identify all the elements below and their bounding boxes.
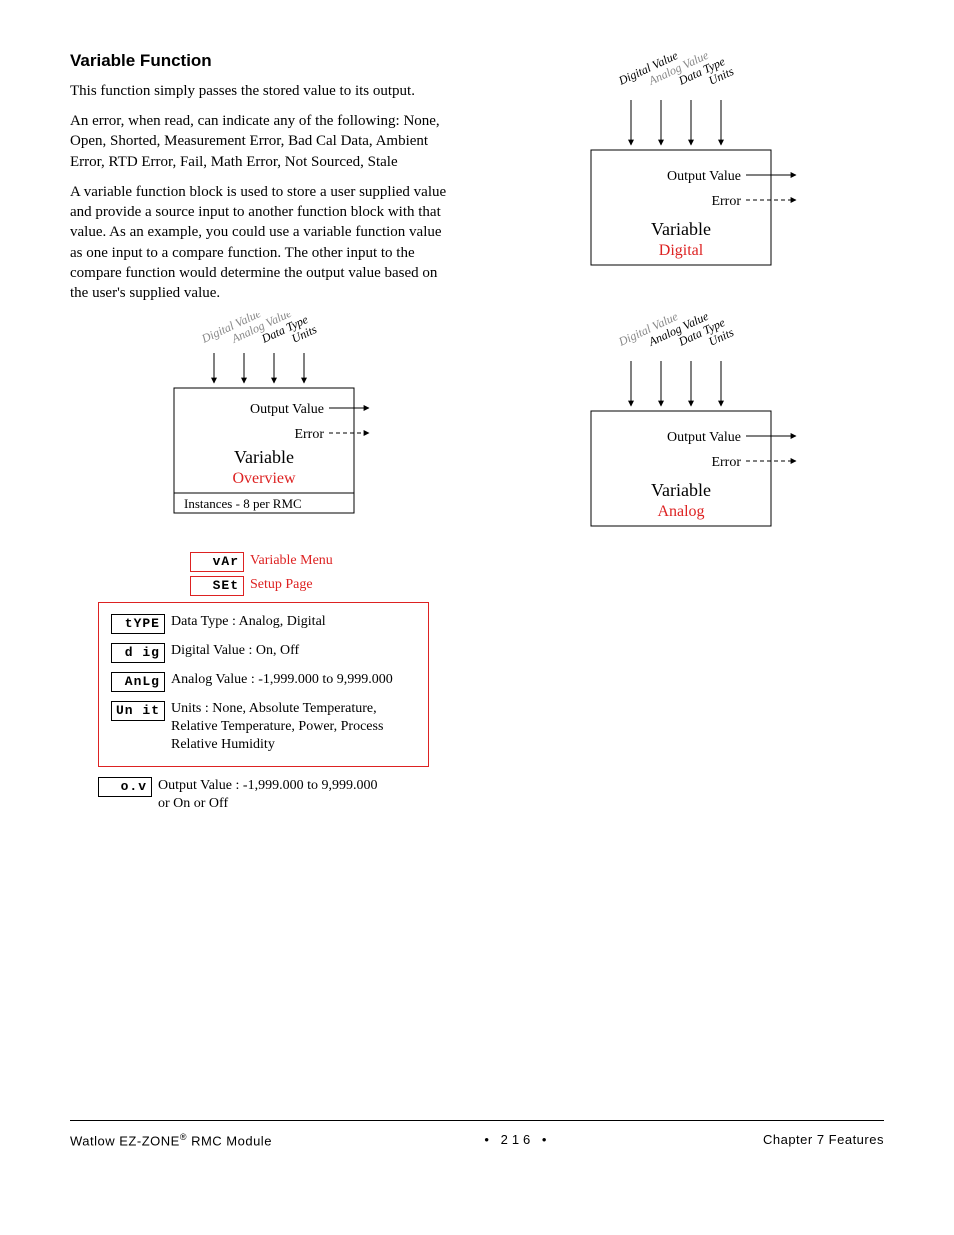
output-row: o.v Output Value : -1,999.000 to 9,999.0… xyxy=(98,777,429,813)
footer-left: Watlow EZ-ZONE® RMC Module xyxy=(70,1131,272,1150)
param-dig-text: Digital Value : On, Off xyxy=(171,642,299,660)
paragraph-3: A variable function block is used to sto… xyxy=(70,182,457,304)
block-subtitle: Overview xyxy=(232,470,296,487)
seg-box-set: SEt xyxy=(190,576,244,596)
seg-box-type: tYPE xyxy=(111,614,165,634)
paragraph-1: This function simply passes the stored v… xyxy=(70,81,457,101)
menu-set-label: Setup Page xyxy=(250,576,313,595)
output-value-label: Output Value xyxy=(249,402,323,417)
diagram-overview: Digital Value Analog Value Data Type Uni… xyxy=(70,313,457,539)
diagram-analog: Digital Value Analog Value Data Type Uni… xyxy=(497,311,884,547)
instances-label: Instances - 8 per RMC xyxy=(184,496,302,511)
block-subtitle: Analog xyxy=(657,503,704,520)
param-anlg-text: Analog Value : -1,999.000 to 9,999.000 xyxy=(171,671,393,689)
param-unit-text: Units : None, Absolute Temperature, Rela… xyxy=(171,700,416,755)
block-title: Variable xyxy=(651,480,711,500)
block-title: Variable xyxy=(234,447,294,467)
footer-page-number: • 216 • xyxy=(484,1131,550,1150)
error-label: Error xyxy=(711,194,741,209)
error-label: Error xyxy=(711,455,741,470)
seg-box-unit: Un it xyxy=(111,701,165,721)
page-footer: Watlow EZ-ZONE® RMC Module • 216 • Chapt… xyxy=(70,1120,884,1150)
footer-chapter: Chapter 7 Features xyxy=(763,1131,884,1150)
seg-box-output: o.v xyxy=(98,777,152,797)
paragraph-2: An error, when read, can indicate any of… xyxy=(70,111,457,172)
section-title: Variable Function xyxy=(70,50,457,73)
menu-reference: vAr Variable Menu SEt Setup Page xyxy=(70,552,457,596)
menu-var-label: Variable Menu xyxy=(250,552,333,571)
param-type-text: Data Type : Analog, Digital xyxy=(171,613,326,631)
output-value-label: Output Value xyxy=(666,169,740,184)
left-column: Variable Function This function simply p… xyxy=(70,50,457,1110)
block-subtitle: Digital xyxy=(658,242,703,259)
output-text: Output Value : -1,999.000 to 9,999.000 o… xyxy=(158,777,378,813)
seg-box-dig: d ig xyxy=(111,643,165,663)
output-value-label: Output Value xyxy=(666,430,740,445)
parameter-box: tYPE Data Type : Analog, Digital d ig Di… xyxy=(98,602,429,768)
seg-box-var: vAr xyxy=(190,552,244,572)
block-title: Variable xyxy=(651,219,711,239)
right-column: Digital Value Analog Value Data Type Uni… xyxy=(497,50,884,1110)
error-label: Error xyxy=(294,427,324,442)
seg-box-anlg: AnLg xyxy=(111,672,165,692)
diagram-digital: Digital Value Analog Value Data Type Uni… xyxy=(497,50,884,286)
